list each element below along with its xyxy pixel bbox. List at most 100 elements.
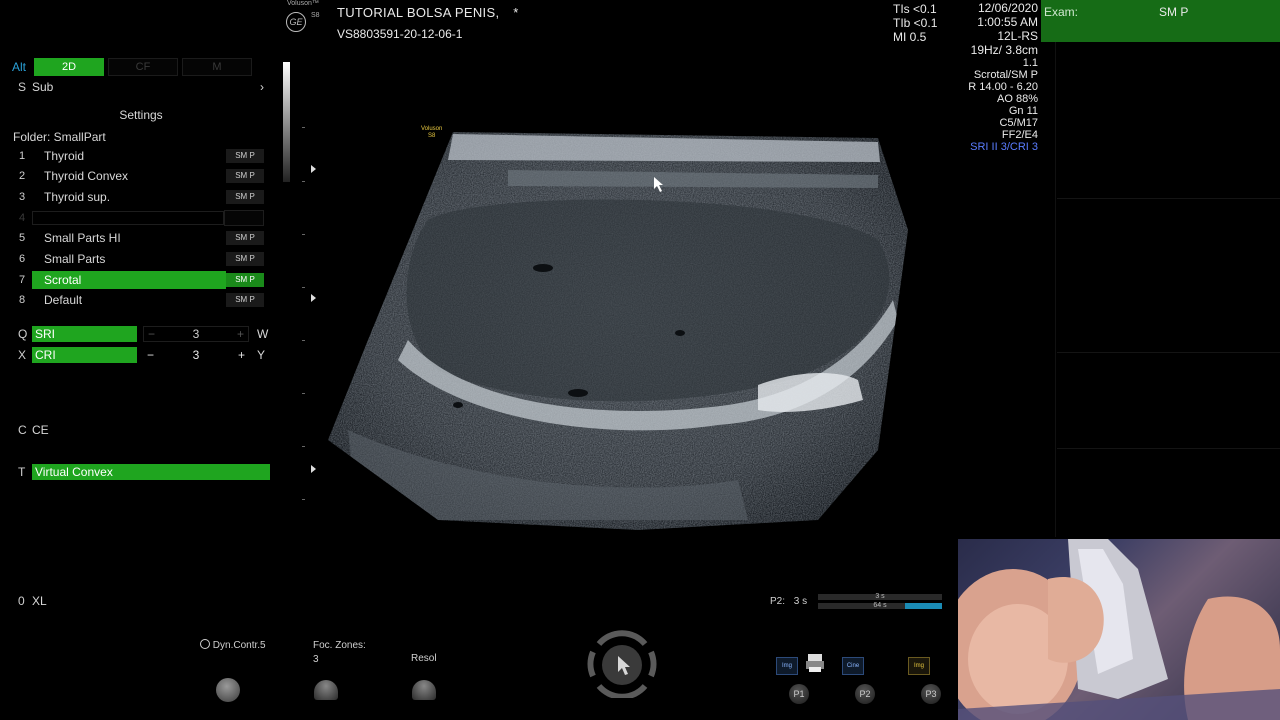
depth-tick [302,234,305,235]
mode-cf-button[interactable]: CF [108,58,178,76]
exam-bar[interactable]: Exam: SM P [1041,0,1280,42]
ge-logo-icon: GE [286,12,306,32]
dyn-contr-label: Dyn.Contr.5 [200,639,266,651]
sri-control: Q SRI − 3 + W [12,325,270,343]
title-text: TUTORIAL BOLSA PENIS, [337,5,500,20]
dyn-contr-knob[interactable] [216,678,240,702]
p2-value: 3 s [793,596,808,607]
img-mail-icon[interactable]: Img [908,657,930,675]
preset-number: 6 [18,253,26,265]
virtual-convex-control: T Virtual Convex [12,463,270,481]
mode-2d-button[interactable]: 2D [34,58,104,76]
cine-store-icon[interactable]: Cine [842,657,864,675]
preset-name [32,211,224,225]
ao-readout: AO 88% [997,93,1038,105]
preset-number: 3 [18,191,26,203]
right-separator [1057,448,1280,449]
sri-side-key: W [257,327,269,341]
cri-value: 3 [192,348,200,362]
range-readout: R 14.00 - 6.20 [968,81,1038,93]
tis-readout: TIs <0.1 [893,2,937,16]
preset-number: 7 [18,274,26,286]
probe-readout: 12L-RS [997,29,1038,43]
preset-tag: SM P [226,273,264,287]
preset-item[interactable]: 3 Thyroid sup. SM P [12,188,270,206]
trackball-icon[interactable] [585,630,659,698]
xl-label: XL [32,594,47,608]
preset-item[interactable]: 1 Thyroid SM P [12,147,270,165]
focus-marker-icon [311,294,316,302]
preset-item-empty[interactable]: 4 [12,209,270,227]
sri-stepper[interactable]: − 3 + [143,326,249,342]
cri-key: X [18,348,27,362]
voluson-logo-text: Voluson™ [287,0,319,7]
minus-icon[interactable]: − [148,327,155,341]
sri-cri-readout: SRI II 3/CRI 3 [970,141,1038,153]
preset-name: Thyroid sup. [44,190,111,204]
preset-number: 4 [18,212,26,224]
mode-m-button[interactable]: M [182,58,252,76]
camera-video-inset [958,539,1280,720]
resol-knob[interactable] [412,680,436,700]
preset-item-selected[interactable]: 7 Scrotal SM P [12,271,270,289]
preset-tag: SM P [226,190,264,204]
grayscale-bar [283,62,290,182]
p2-label: P2: 3 s [770,596,807,607]
right-separator [1057,198,1280,199]
cine-bar-top[interactable]: 3 s [818,593,942,600]
plus-icon[interactable]: + [238,348,245,362]
ultrasound-image[interactable] [318,120,918,540]
preset-name: Thyroid Convex [44,169,129,183]
printer-icon[interactable] [805,652,825,674]
virtual-convex-button[interactable]: Virtual Convex [32,464,270,480]
p2-button[interactable]: P2 [855,684,875,704]
img-store-icon[interactable]: Img [776,657,798,675]
scan-parameters-panel: 12/06/2020 1:00:55 AM 12L-RS 19Hz/ 3.8cm… [940,1,1038,153]
xl-menu-item[interactable]: 0 XL [12,592,270,610]
p3-button[interactable]: P3 [921,684,941,704]
cri-button[interactable]: CRI [32,347,137,363]
settings-heading: Settings [119,108,163,122]
hand-with-probe-image [958,539,1280,720]
title-marker: * [513,5,519,20]
preset-tag: SM P [226,231,264,245]
resol-label: Resol [411,653,437,664]
plus-icon[interactable]: + [237,327,244,341]
exam-label: Exam: [1044,5,1079,19]
rotate-icon [200,639,210,649]
cri-stepper[interactable]: − 3 + [143,347,249,363]
preset-number: 8 [18,294,26,306]
preset-number: 2 [18,170,26,182]
preset-item[interactable]: 6 Small Parts SM P [12,250,270,268]
preset-number: 1 [18,150,26,162]
minus-icon[interactable]: − [147,348,154,362]
p1-button[interactable]: P1 [789,684,809,704]
sri-button[interactable]: SRI [32,326,137,342]
cine-bar-bottom[interactable]: 64 s [818,602,942,609]
mi-readout: MI 0.5 [893,30,927,44]
date-readout: 12/06/2020 [977,1,1038,15]
focus-zones-label: Foc. Zones: 3 [313,639,366,667]
time-readout: 1:00:55 AM [977,15,1038,29]
preset-item[interactable]: 8 Default SM P [12,291,270,309]
preset-item[interactable]: 2 Thyroid Convex SM P [12,167,270,185]
focus-zones-knob[interactable] [314,680,338,700]
ce-key: C [18,423,27,437]
depth-tick [302,127,305,128]
preset-item[interactable]: 5 Small Parts HI SM P [12,229,270,247]
right-divider [1055,42,1056,537]
dyn-contr-text: Dyn.Contr.5 [212,640,266,651]
alt-label: Alt [12,60,27,74]
sub-menu-item[interactable]: S Sub › [12,78,270,96]
depth-tick [302,393,305,394]
sub-key: S [18,80,27,94]
xl-key: 0 [18,594,25,608]
ce-label: CE [32,423,49,437]
preset-number: 5 [18,232,26,244]
right-separator [1057,352,1280,353]
param-readout: 1.1 [1022,57,1038,69]
preset-tag: SM P [226,149,264,163]
sub-label: Sub [32,80,54,94]
ce-menu-item[interactable]: C CE [12,421,270,439]
exam-value: SM P [1159,5,1189,19]
